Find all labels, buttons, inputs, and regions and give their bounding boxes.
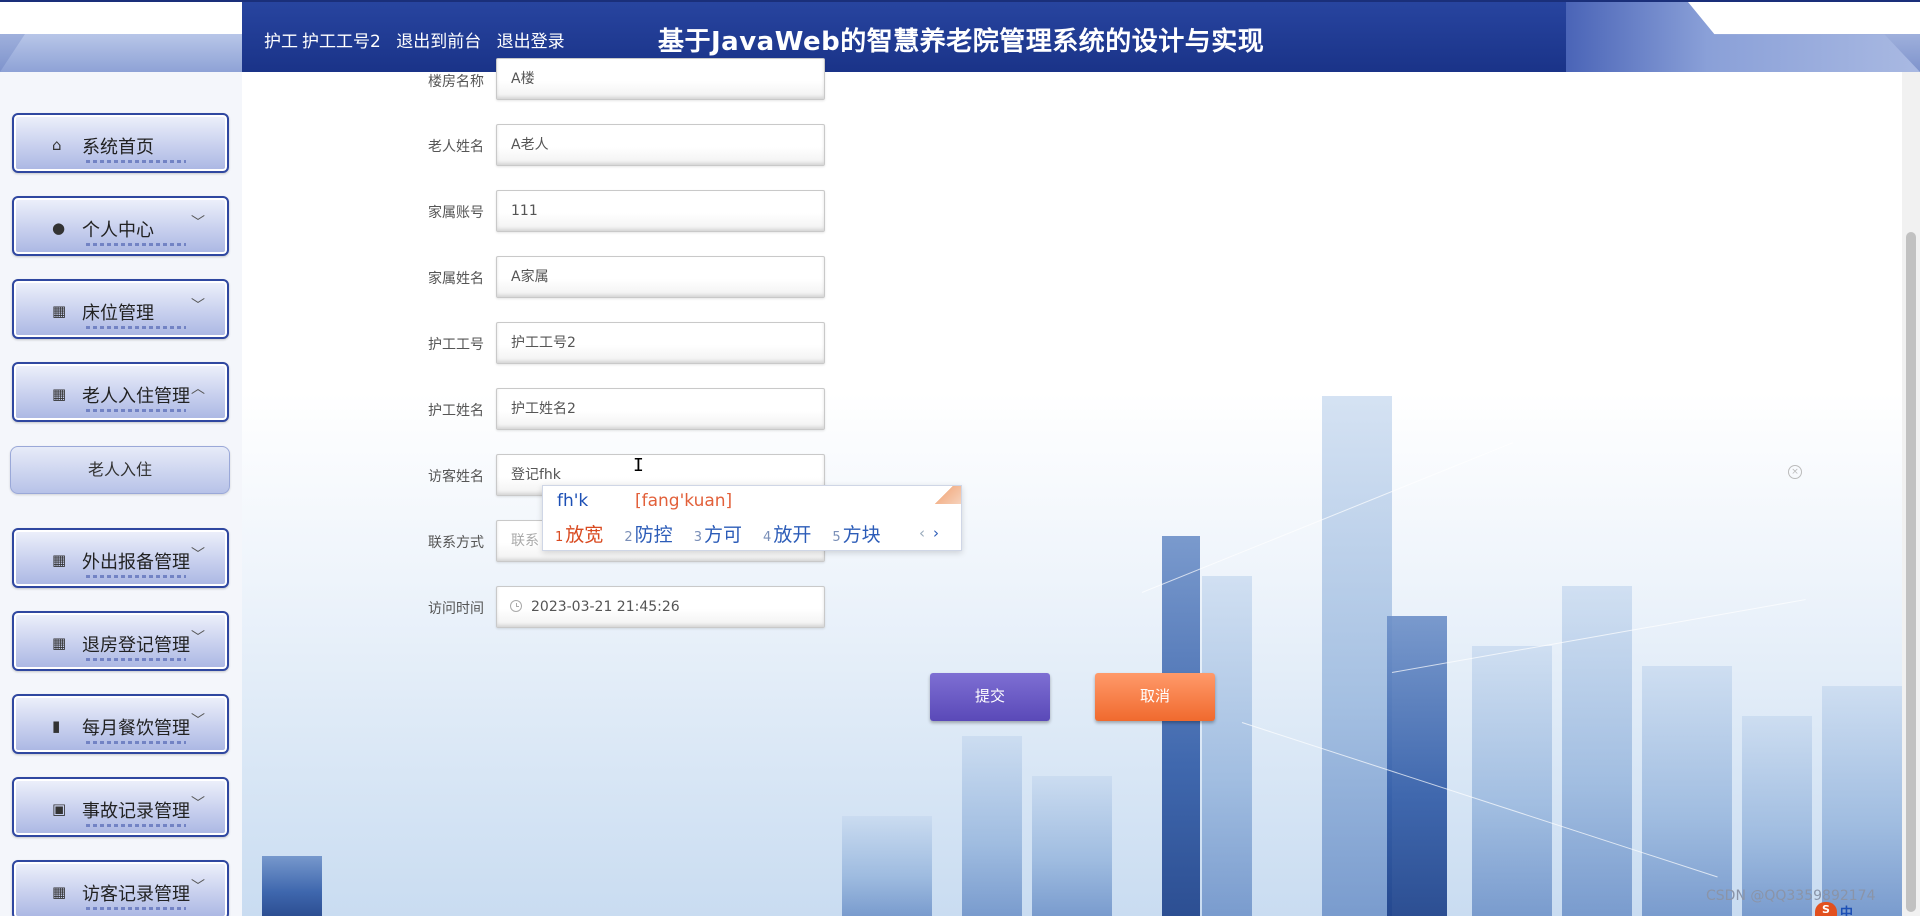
grid-icon: ▦ [52,883,67,901]
chevron-down-icon: ﹀ [191,879,205,895]
submit-button[interactable]: 提交 [930,673,1050,721]
sidebar-item-personal-center[interactable]: ● 个人中心 ﹀ [12,196,229,256]
chevron-down-icon: ﹀ [191,713,205,729]
ime-candidate[interactable]: 5 方块 [832,520,880,547]
building-name-label: 楼房名称 [428,74,484,90]
background-cityscape [242,72,1902,916]
clock-icon [510,600,522,612]
user-name: 护工工号2 [302,32,381,52]
ime-candidate-text: 放开 [773,524,812,546]
ime-candidate-number: 1 [555,530,564,545]
ime-corner-decoration [935,486,961,504]
caregiver-name-field[interactable]: 护工姓名2 [496,388,825,430]
caregiver-id-label: 护工工号 [428,337,484,353]
sidebar-item-label: 访客记录管理 [82,884,190,905]
caregiver-id-field[interactable]: 护工工号2 [496,322,825,364]
scrollbar-thumb[interactable] [1906,232,1916,912]
ime-next-page-icon[interactable]: › [933,524,939,542]
sidebar: ⌂ 系统首页 ● 个人中心 ﹀ ▦ 床位管理 ﹀ ▦ 老人入住管理 ︿ 老人入住… [0,72,242,916]
grid-icon: ▦ [52,385,67,403]
sidebar-item-label: 个人中心 [82,220,154,241]
family-name-field[interactable]: A家属 [496,256,825,298]
top-header: 护工 护工工号2 退出到前台 退出登录 基于JavaWeb的智慧养老院管理系统的设… [0,0,1920,72]
ime-candidate-list: 1 放宽 2 防控 3 方可 4 放开 5 方块 [555,520,896,547]
bar-chart-icon: ▮ [52,717,61,735]
visit-time-label: 访问时间 [428,601,484,617]
family-name-label: 家属姓名 [428,271,484,287]
chevron-up-icon: ︿ [191,381,205,397]
elder-name-field[interactable]: A老人 [496,124,825,166]
family-account-label: 家属账号 [428,205,484,221]
close-circle-icon[interactable]: × [1788,465,1802,479]
ime-candidate[interactable]: 4 放开 [763,520,811,547]
ime-status-icon: 中 [1840,906,1854,916]
sidebar-item-outing-report[interactable]: ▦ 外出报备管理 ﹀ [12,528,229,588]
ime-candidate-text: 方块 [842,524,881,546]
contact-label: 联系方式 [428,535,484,551]
sidebar-item-accident-records[interactable]: ▣ 事故记录管理 ﹀ [12,777,229,837]
family-account-field[interactable]: 111 [496,190,825,232]
ime-pinyin-hint: [fang'kuan] [635,491,733,511]
page-scrollbar[interactable] [1902,72,1920,916]
sidebar-item-visitor-records[interactable]: ▦ 访客记录管理 ﹀ [12,860,229,916]
chevron-down-icon: ﹀ [191,796,205,812]
ime-candidate-number: 4 [763,530,772,545]
sidebar-item-monthly-meals[interactable]: ▮ 每月餐饮管理 ﹀ [12,694,229,754]
sidebar-item-label: 外出报备管理 [82,552,190,573]
ime-candidate-number: 5 [832,530,841,545]
ime-candidate[interactable]: 3 方可 [694,520,742,547]
ime-candidate-text: 防控 [634,524,673,546]
ime-candidate[interactable]: 1 放宽 [555,520,603,547]
visit-time-field[interactable]: 2023-03-21 21:45:26 [496,586,825,628]
sidebar-item-checkin-management[interactable]: ▦ 老人入住管理 ︿ [12,362,229,422]
ime-page-arrows: ‹ › [919,524,939,542]
person-icon: ● [52,219,66,237]
grid-icon: ▦ [52,551,67,569]
sidebar-item-label: 每月餐饮管理 [82,718,190,739]
chevron-down-icon: ﹀ [191,547,205,563]
user-info: 护工 护工工号2 退出到前台 退出登录 [264,27,575,52]
ime-candidate[interactable]: 2 防控 [624,520,672,547]
site-title: 基于JavaWeb的智慧养老院管理系统的设计与实现 [658,27,1265,57]
user-role: 护工 [264,32,298,52]
grid-icon: ▦ [52,634,67,652]
cancel-button[interactable]: 取消 [1095,673,1215,721]
sidebar-item-checkout-registration[interactable]: ▦ 退房登记管理 ﹀ [12,611,229,671]
elder-name-label: 老人姓名 [428,139,484,155]
sidebar-item-label: 老人入住管理 [82,386,190,407]
sidebar-item-bed-management[interactable]: ▦ 床位管理 ﹀ [12,279,229,339]
sidebar-item-label: 退房登记管理 [82,635,190,656]
building-name-field[interactable]: A楼 [496,58,825,100]
sidebar-subitem-checkin[interactable]: 老人入住 [10,446,230,494]
ime-prev-page-icon[interactable]: ‹ [919,524,925,542]
ime-candidate-popup: fh'k [fang'kuan] 1 放宽 2 防控 3 方可 4 放开 5 方块 ‹ › [542,485,962,551]
ime-candidate-number: 2 [624,530,633,545]
caregiver-name-label: 护工姓名 [428,403,484,419]
ime-logo-icon: S [1815,902,1837,916]
ime-pinyin: fh'k [557,491,589,511]
logout-link[interactable]: 退出登录 [497,32,565,52]
text-cursor-icon: I [633,455,644,476]
ime-candidate-text: 方可 [703,524,742,546]
ime-candidate-text: 放宽 [565,524,604,546]
clipboard-icon: ▣ [52,800,67,818]
sidebar-item-label: 事故记录管理 [82,801,190,822]
sidebar-item-label: 系统首页 [82,137,154,158]
chevron-down-icon: ﹀ [191,215,205,231]
sidebar-item-label: 床位管理 [82,303,154,324]
chevron-down-icon: ﹀ [191,298,205,314]
chevron-down-icon: ﹀ [191,630,205,646]
ime-candidate-number: 3 [693,530,702,545]
back-to-front-link[interactable]: 退出到前台 [396,32,481,52]
visitor-name-label: 访客姓名 [428,469,484,485]
grid-icon: ▦ [52,302,67,320]
sidebar-item-home[interactable]: ⌂ 系统首页 [12,113,229,173]
home-icon: ⌂ [52,136,62,154]
